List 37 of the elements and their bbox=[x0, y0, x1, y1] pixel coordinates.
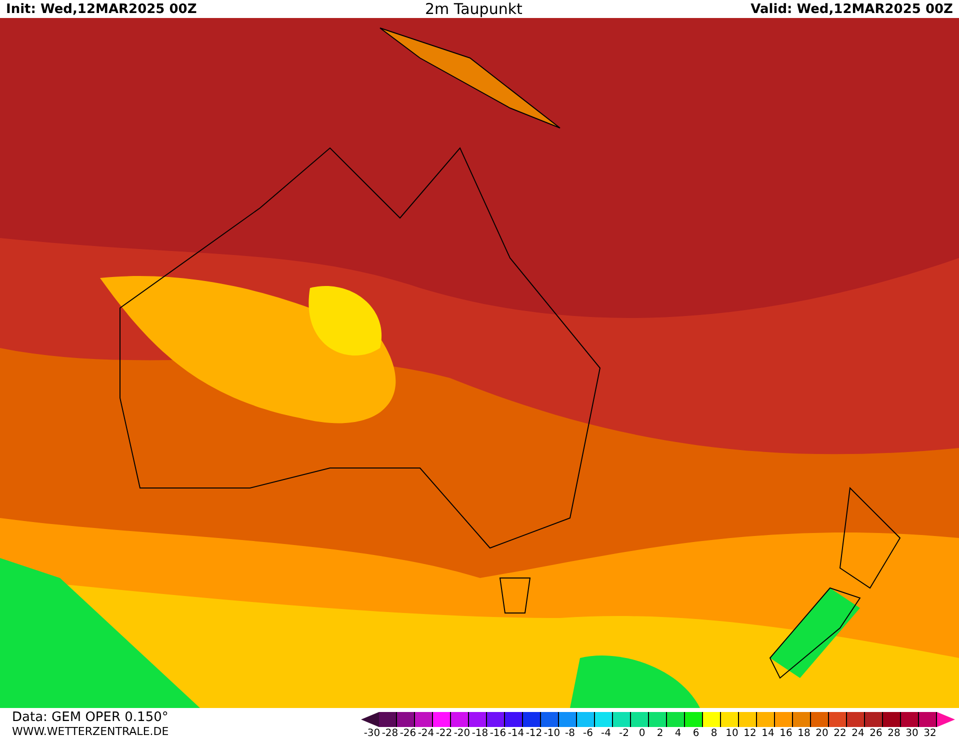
legend-tick-label: 20 bbox=[814, 727, 830, 740]
data-source: Data: GEM OPER 0.150° bbox=[12, 711, 169, 724]
legend-tick-label: -8 bbox=[564, 727, 576, 740]
legend-tick-label: -18 bbox=[471, 727, 489, 740]
legend-tick-label: 24 bbox=[850, 727, 866, 740]
legend-tick-label: 0 bbox=[638, 727, 646, 740]
legend-tick-label: 12 bbox=[742, 727, 758, 740]
legend-tick-label: -16 bbox=[489, 727, 507, 740]
legend-tick-label: 26 bbox=[868, 727, 884, 740]
legend-tick-label: -14 bbox=[507, 727, 525, 740]
legend-tick-label: -28 bbox=[381, 727, 399, 740]
legend-tick-label: -2 bbox=[618, 727, 630, 740]
legend-tick-label: 22 bbox=[832, 727, 848, 740]
legend-tick-label: -26 bbox=[399, 727, 417, 740]
legend-tick-label: -30 bbox=[363, 727, 381, 740]
legend-tick-label: 8 bbox=[710, 727, 718, 740]
legend-tick-label: 10 bbox=[724, 727, 740, 740]
init-time: Init: Wed,12MAR2025 00Z bbox=[6, 2, 197, 16]
legend-tick-label: -12 bbox=[525, 727, 543, 740]
legend-tick-label: -6 bbox=[582, 727, 594, 740]
legend-tick-label: 18 bbox=[796, 727, 812, 740]
legend-tick-label: 32 bbox=[922, 727, 938, 740]
website-url: WWW.WETTERZENTRALE.DE bbox=[12, 726, 169, 737]
legend-tick-label: 30 bbox=[904, 727, 920, 740]
valid-time: Valid: Wed,12MAR2025 00Z bbox=[750, 2, 953, 16]
map-title: 2m Taupunkt bbox=[425, 2, 522, 16]
legend-tick-label: 6 bbox=[692, 727, 700, 740]
legend-tick-label: -4 bbox=[600, 727, 612, 740]
legend-tick-label: 2 bbox=[656, 727, 664, 740]
legend-tick-label: -10 bbox=[543, 727, 561, 740]
legend-tick-label: 14 bbox=[760, 727, 776, 740]
legend-tick-label: 4 bbox=[674, 727, 682, 740]
legend-tick-label: -20 bbox=[453, 727, 471, 740]
legend-tick-label: -22 bbox=[435, 727, 453, 740]
legend-tick-label: 16 bbox=[778, 727, 794, 740]
legend-tick-label: -24 bbox=[417, 727, 435, 740]
legend-tick-label: 28 bbox=[886, 727, 902, 740]
